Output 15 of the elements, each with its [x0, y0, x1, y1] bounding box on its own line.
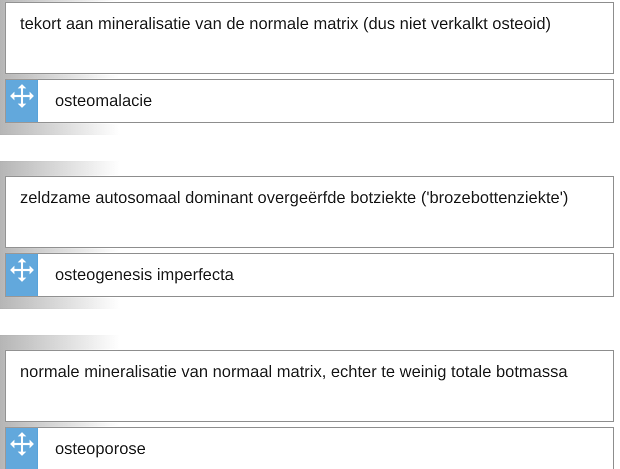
answer-text: osteomalacie [55, 90, 152, 112]
move-icon [9, 431, 35, 457]
answer-item[interactable]: osteomalacie [5, 79, 614, 123]
description-text: tekort aan mineralisatie van de normale matrix (dus niet verkalkt osteoid) [20, 15, 551, 33]
answer-item[interactable]: osteoporose [5, 427, 614, 469]
description-text: zeldzame autosomaal dominant overgeërfde botziekte ('brozebottenziekte') [20, 189, 568, 207]
answer-text: osteoporose [55, 438, 146, 460]
drag-handle[interactable] [6, 80, 38, 122]
answer-text: osteogenesis imperfecta [55, 264, 234, 286]
description-text: normale mineralisatie van normaal matrix, echter te weinig totale botmassa [20, 363, 568, 381]
answer-item[interactable]: osteogenesis imperfecta [5, 253, 614, 297]
move-icon [9, 257, 35, 283]
drag-handle[interactable] [6, 428, 38, 469]
drag-handle[interactable] [6, 254, 38, 296]
move-icon [9, 83, 35, 109]
